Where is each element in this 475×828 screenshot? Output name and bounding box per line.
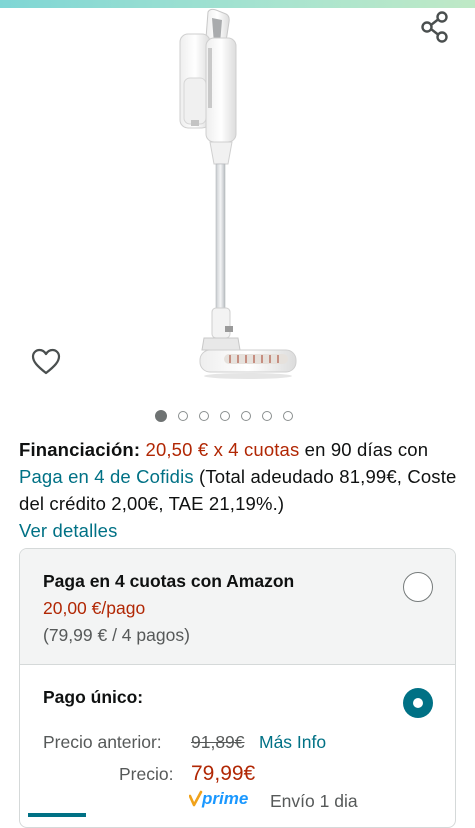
cofidis-link[interactable]: Paga en 4 de Cofidis [19, 466, 194, 487]
installments-subtitle: (79,99 € / 4 pagos) [43, 625, 190, 645]
installments-title: Paga en 4 cuotas con Amazon [43, 571, 295, 591]
share-icon[interactable] [418, 10, 452, 44]
price-value: 79,99€ [191, 762, 256, 785]
shipping-info: Envío 1 dia [270, 791, 358, 811]
installments-price: 20,00 €/pago [43, 598, 146, 618]
carousel-dot[interactable] [178, 411, 188, 421]
carousel-dot[interactable] [262, 411, 272, 421]
price-label: Precio: [119, 764, 174, 784]
financing-period: en 90 días con [299, 439, 429, 460]
financing-label: Financiación: [19, 439, 141, 460]
financing-amount: 20,50 € x 4 cuotas [145, 439, 300, 460]
heart-outline-icon[interactable] [30, 346, 62, 378]
previous-price: 91,89€ [191, 732, 245, 752]
financing-info: Financiación: 20,50 € x 4 cuotas en 90 d… [19, 436, 459, 544]
installments-radio[interactable] [403, 572, 433, 602]
single-payment-title: Pago único: [43, 687, 144, 707]
carousel-dot-active[interactable] [155, 410, 167, 422]
carousel-dot[interactable] [220, 411, 230, 421]
product-image[interactable] [150, 8, 330, 393]
payment-options-card: Paga en 4 cuotas con Amazon 20,00 €/pago… [19, 548, 456, 828]
previous-price-label: Precio anterior: [43, 732, 162, 752]
carousel-dot[interactable] [199, 411, 209, 421]
details-link[interactable]: Ver detalles [19, 520, 117, 541]
carousel-dot[interactable] [283, 411, 293, 421]
top-accent-bar [0, 0, 475, 8]
prime-text: prime [201, 790, 248, 808]
prime-badge: prime [189, 790, 248, 808]
bottom-tab-indicator [28, 813, 86, 817]
carousel-indicator [155, 410, 293, 424]
more-info-link[interactable]: Más Info [259, 732, 326, 753]
installments-option[interactable]: Paga en 4 cuotas con Amazon 20,00 €/pago… [20, 549, 455, 665]
carousel-dot[interactable] [241, 411, 251, 421]
single-payment-radio[interactable] [403, 688, 433, 718]
